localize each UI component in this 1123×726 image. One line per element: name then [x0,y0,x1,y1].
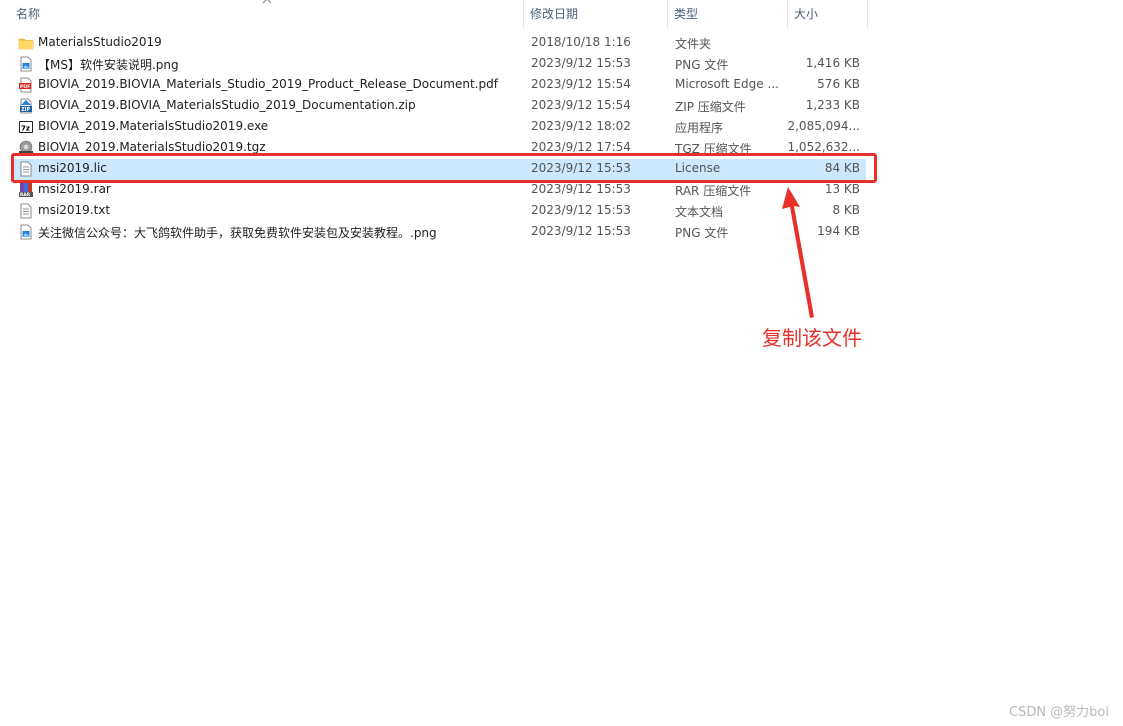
file-size: 576 KB [817,77,860,91]
file-date: 2023/9/12 15:53 [531,224,631,238]
file-size: 8 KB [832,203,860,217]
file-size: 1,416 KB [805,56,860,70]
file-date: 2023/9/12 17:54 [531,140,631,154]
file-name: MaterialsStudio2019 [38,35,162,49]
file-name: 关注微信公众号：大飞鸽软件助手，获取免费软件安装包及安装教程。.png [38,226,437,240]
file-date: 2023/9/12 15:53 [531,203,631,217]
file-name: msi2019.rar [38,182,111,196]
file-size: 13 KB [824,182,860,196]
svg-text:ZIP: ZIP [21,107,30,113]
file-name: 【MS】软件安装说明.png [38,58,179,72]
pdf-file-icon: PDF [19,77,32,93]
svg-text:PDF: PDF [20,84,30,90]
file-row-documentation-zip[interactable]: ZIP BIOVIA_2019.BIOVIA_MaterialsStudio_2… [14,96,866,117]
watermark: CSDN @努力boi [1008,705,1109,720]
folder-icon [18,38,34,50]
file-type: 应用程序 [675,121,724,135]
file-type: 文件夹 [675,37,712,51]
file-row-wechat-promo-png[interactable]: 关注微信公众号：大飞鸽软件助手，获取免费软件安装包及安装教程。.png 2023… [14,222,866,243]
column-header-bar: 名称 修改日期 类型 大小 [0,0,870,28]
column-header-name[interactable]: 名称 [10,0,524,28]
file-type: 文本文档 [675,205,724,219]
annotation-arrow-icon [782,187,814,318]
file-row-release-document-pdf[interactable]: PDF BIOVIA_2019.BIOVIA_Materials_Studio_… [14,75,866,96]
svg-text:RAR: RAR [20,192,31,198]
file-date: 2023/9/12 15:54 [531,77,631,91]
png-file-icon [20,56,32,72]
rar-file-icon: RAR [19,183,33,198]
file-name: BIOVIA_2019.BIOVIA_Materials_Studio_2019… [38,77,498,91]
selection-highlight-box [11,153,877,183]
file-size: 2,085,094... [787,119,860,133]
svg-text:7z: 7z [21,125,30,133]
file-name: BIOVIA_2019.MaterialsStudio2019.exe [38,119,269,133]
file-row-msi2019-txt[interactable]: msi2019.txt 2023/9/12 15:53 文本文档 8 KB [14,201,866,222]
file-type: RAR 压缩文件 [675,184,752,198]
png-file-icon [20,224,32,240]
file-date: 2023/9/12 18:02 [531,119,631,133]
7z-exe-icon: 7z [19,121,33,133]
file-name: msi2019.txt [38,203,111,217]
file-date: 2023/9/12 15:53 [531,56,631,70]
zip-file-icon: ZIP [20,98,32,114]
file-row-materialsstudio2019[interactable]: MaterialsStudio2019 2018/10/18 1:16 文件夹 [14,33,866,54]
file-size: 1,052,632... [787,140,860,154]
column-header-size[interactable]: 大小 [788,0,868,28]
file-type: PNG 文件 [675,226,729,240]
file-type: ZIP 压缩文件 [675,100,746,114]
file-size: 1,233 KB [805,98,860,112]
column-header-type[interactable]: 类型 [668,0,788,28]
text-file-icon [20,203,32,219]
annotation-text: 复制该文件 [762,326,862,350]
file-row-msi2019-rar[interactable]: RAR msi2019.rar 2023/9/12 15:53 RAR 压缩文件… [14,180,866,201]
file-type: Microsoft Edge ... [675,77,779,91]
file-name: BIOVIA_2019.BIOVIA_MaterialsStudio_2019_… [38,98,416,112]
file-date: 2018/10/18 1:16 [531,35,631,49]
file-type: PNG 文件 [675,58,729,72]
file-name: BIOVIA_2019.MaterialsStudio2019.tgz [38,140,266,154]
file-date: 2023/9/12 15:53 [531,182,631,196]
file-date: 2023/9/12 15:54 [531,98,631,112]
file-row-ms-instructions-png[interactable]: 【MS】软件安装说明.png 2023/9/12 15:53 PNG 文件 1,… [14,54,866,75]
column-header-date[interactable]: 修改日期 [524,0,668,28]
file-row-materialsstudio-exe[interactable]: 7z BIOVIA_2019.MaterialsStudio2019.exe 2… [14,117,866,138]
